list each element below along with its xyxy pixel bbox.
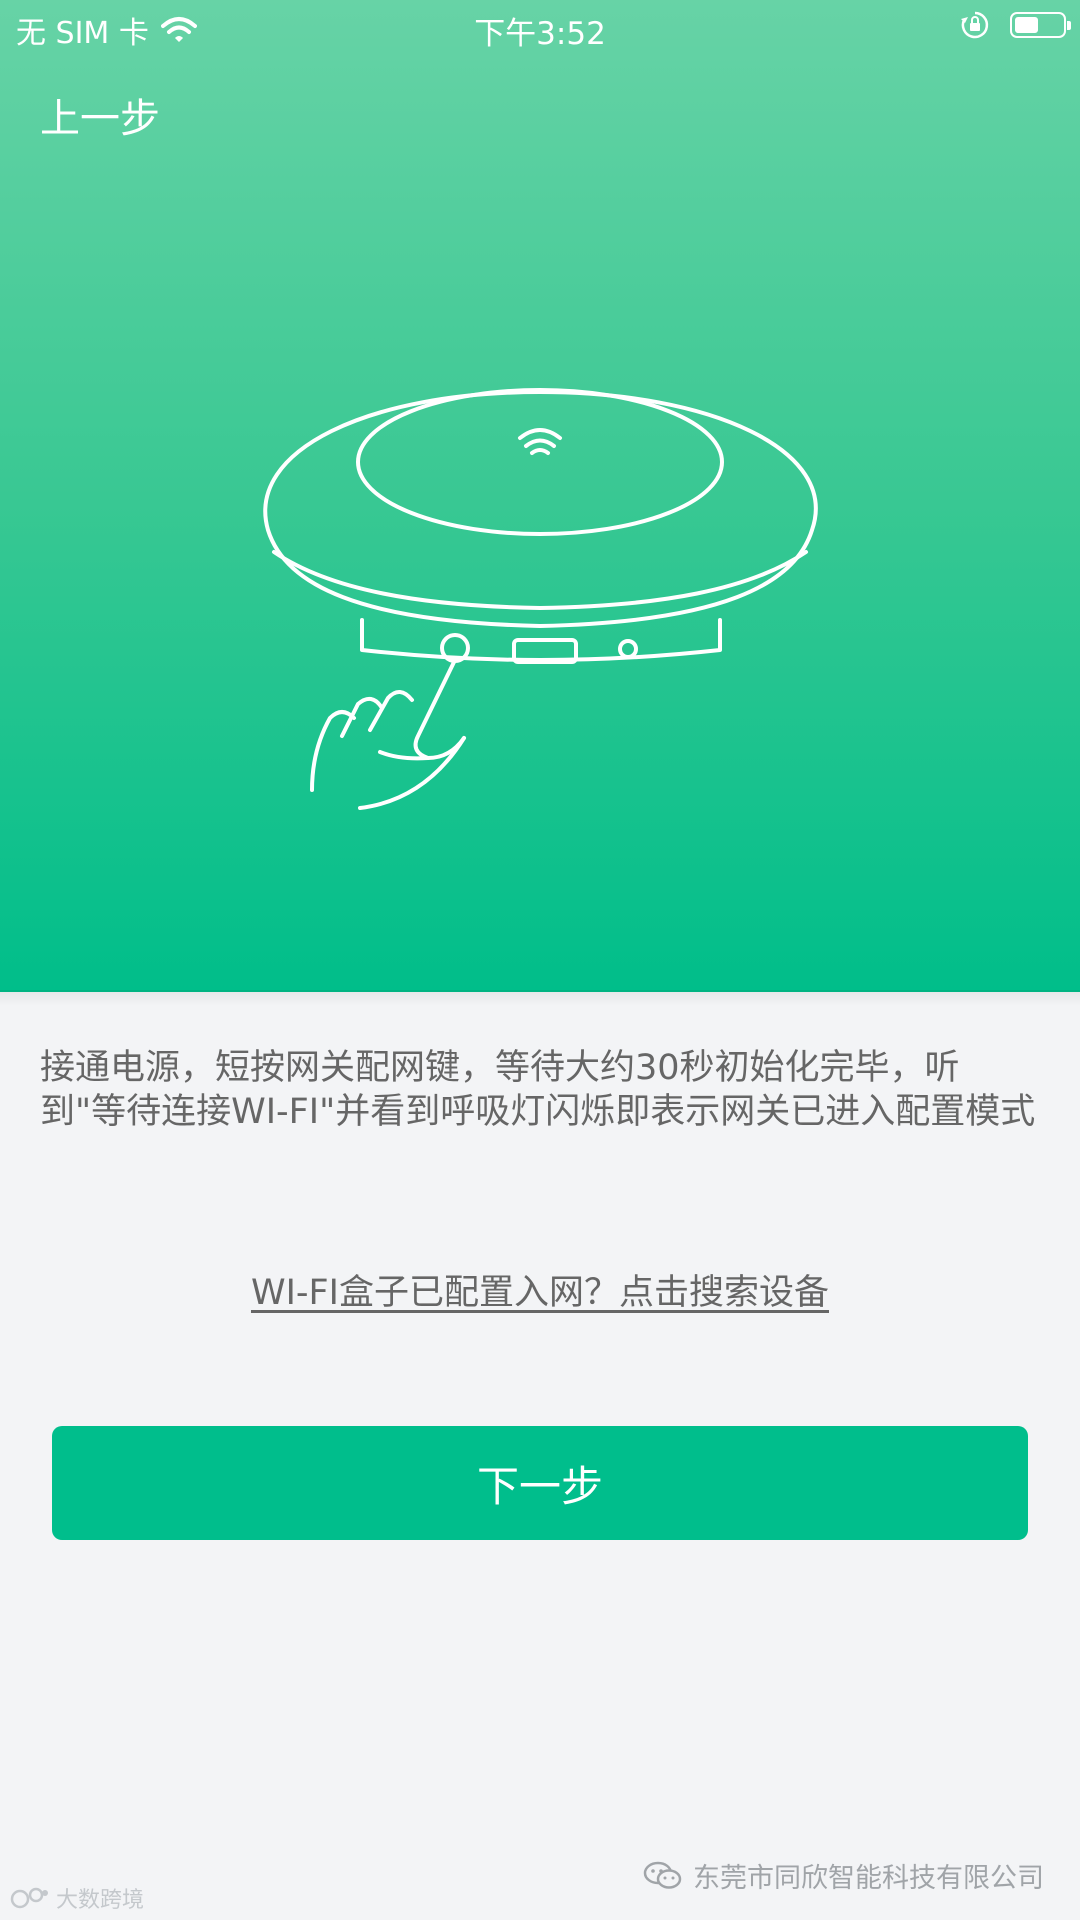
battery-fill bbox=[1015, 17, 1038, 33]
search-device-link[interactable]: WI-FI盒子已配置入网？点击搜索设备 bbox=[0, 1264, 1080, 1315]
corner-logo-icon bbox=[10, 1887, 48, 1909]
instruction-text: 接通电源，短按网关配网键，等待大约30秒初始化完毕，听到"等待连接WI-FI"并… bbox=[40, 1048, 1036, 1132]
next-button-label: 下一步 bbox=[476, 1461, 603, 1511]
status-right-group bbox=[960, 10, 1071, 40]
rotation-lock-icon bbox=[961, 11, 989, 39]
company-name: 东莞市同欣智能科技有限公司 bbox=[693, 1863, 1044, 1894]
status-bar: 无 SIM 卡 下午3:52 bbox=[0, 0, 1080, 54]
gateway-device-illustration bbox=[263, 388, 818, 810]
hero-shadow bbox=[0, 990, 1080, 1006]
status-time: 下午3:52 bbox=[474, 16, 606, 52]
corner-logo-text: 大数跨境 bbox=[56, 1888, 145, 1913]
wifi-signal-icon bbox=[518, 428, 562, 455]
footer-watermark: 东莞市同欣智能科技有限公司 bbox=[643, 1856, 1044, 1895]
screen: 无 SIM 卡 下午3:52 上一步 接通电源，短按网关配网键，等待大约30秒初… bbox=[0, 0, 1080, 1920]
battery-cap bbox=[1067, 21, 1071, 30]
corner-watermark: 大数跨境 bbox=[10, 1882, 144, 1914]
next-button[interactable]: 下一步 bbox=[52, 1426, 1028, 1540]
back-button[interactable]: 上一步 bbox=[40, 86, 160, 144]
battery-icon bbox=[1010, 12, 1071, 38]
wechat-icon bbox=[643, 1861, 682, 1889]
